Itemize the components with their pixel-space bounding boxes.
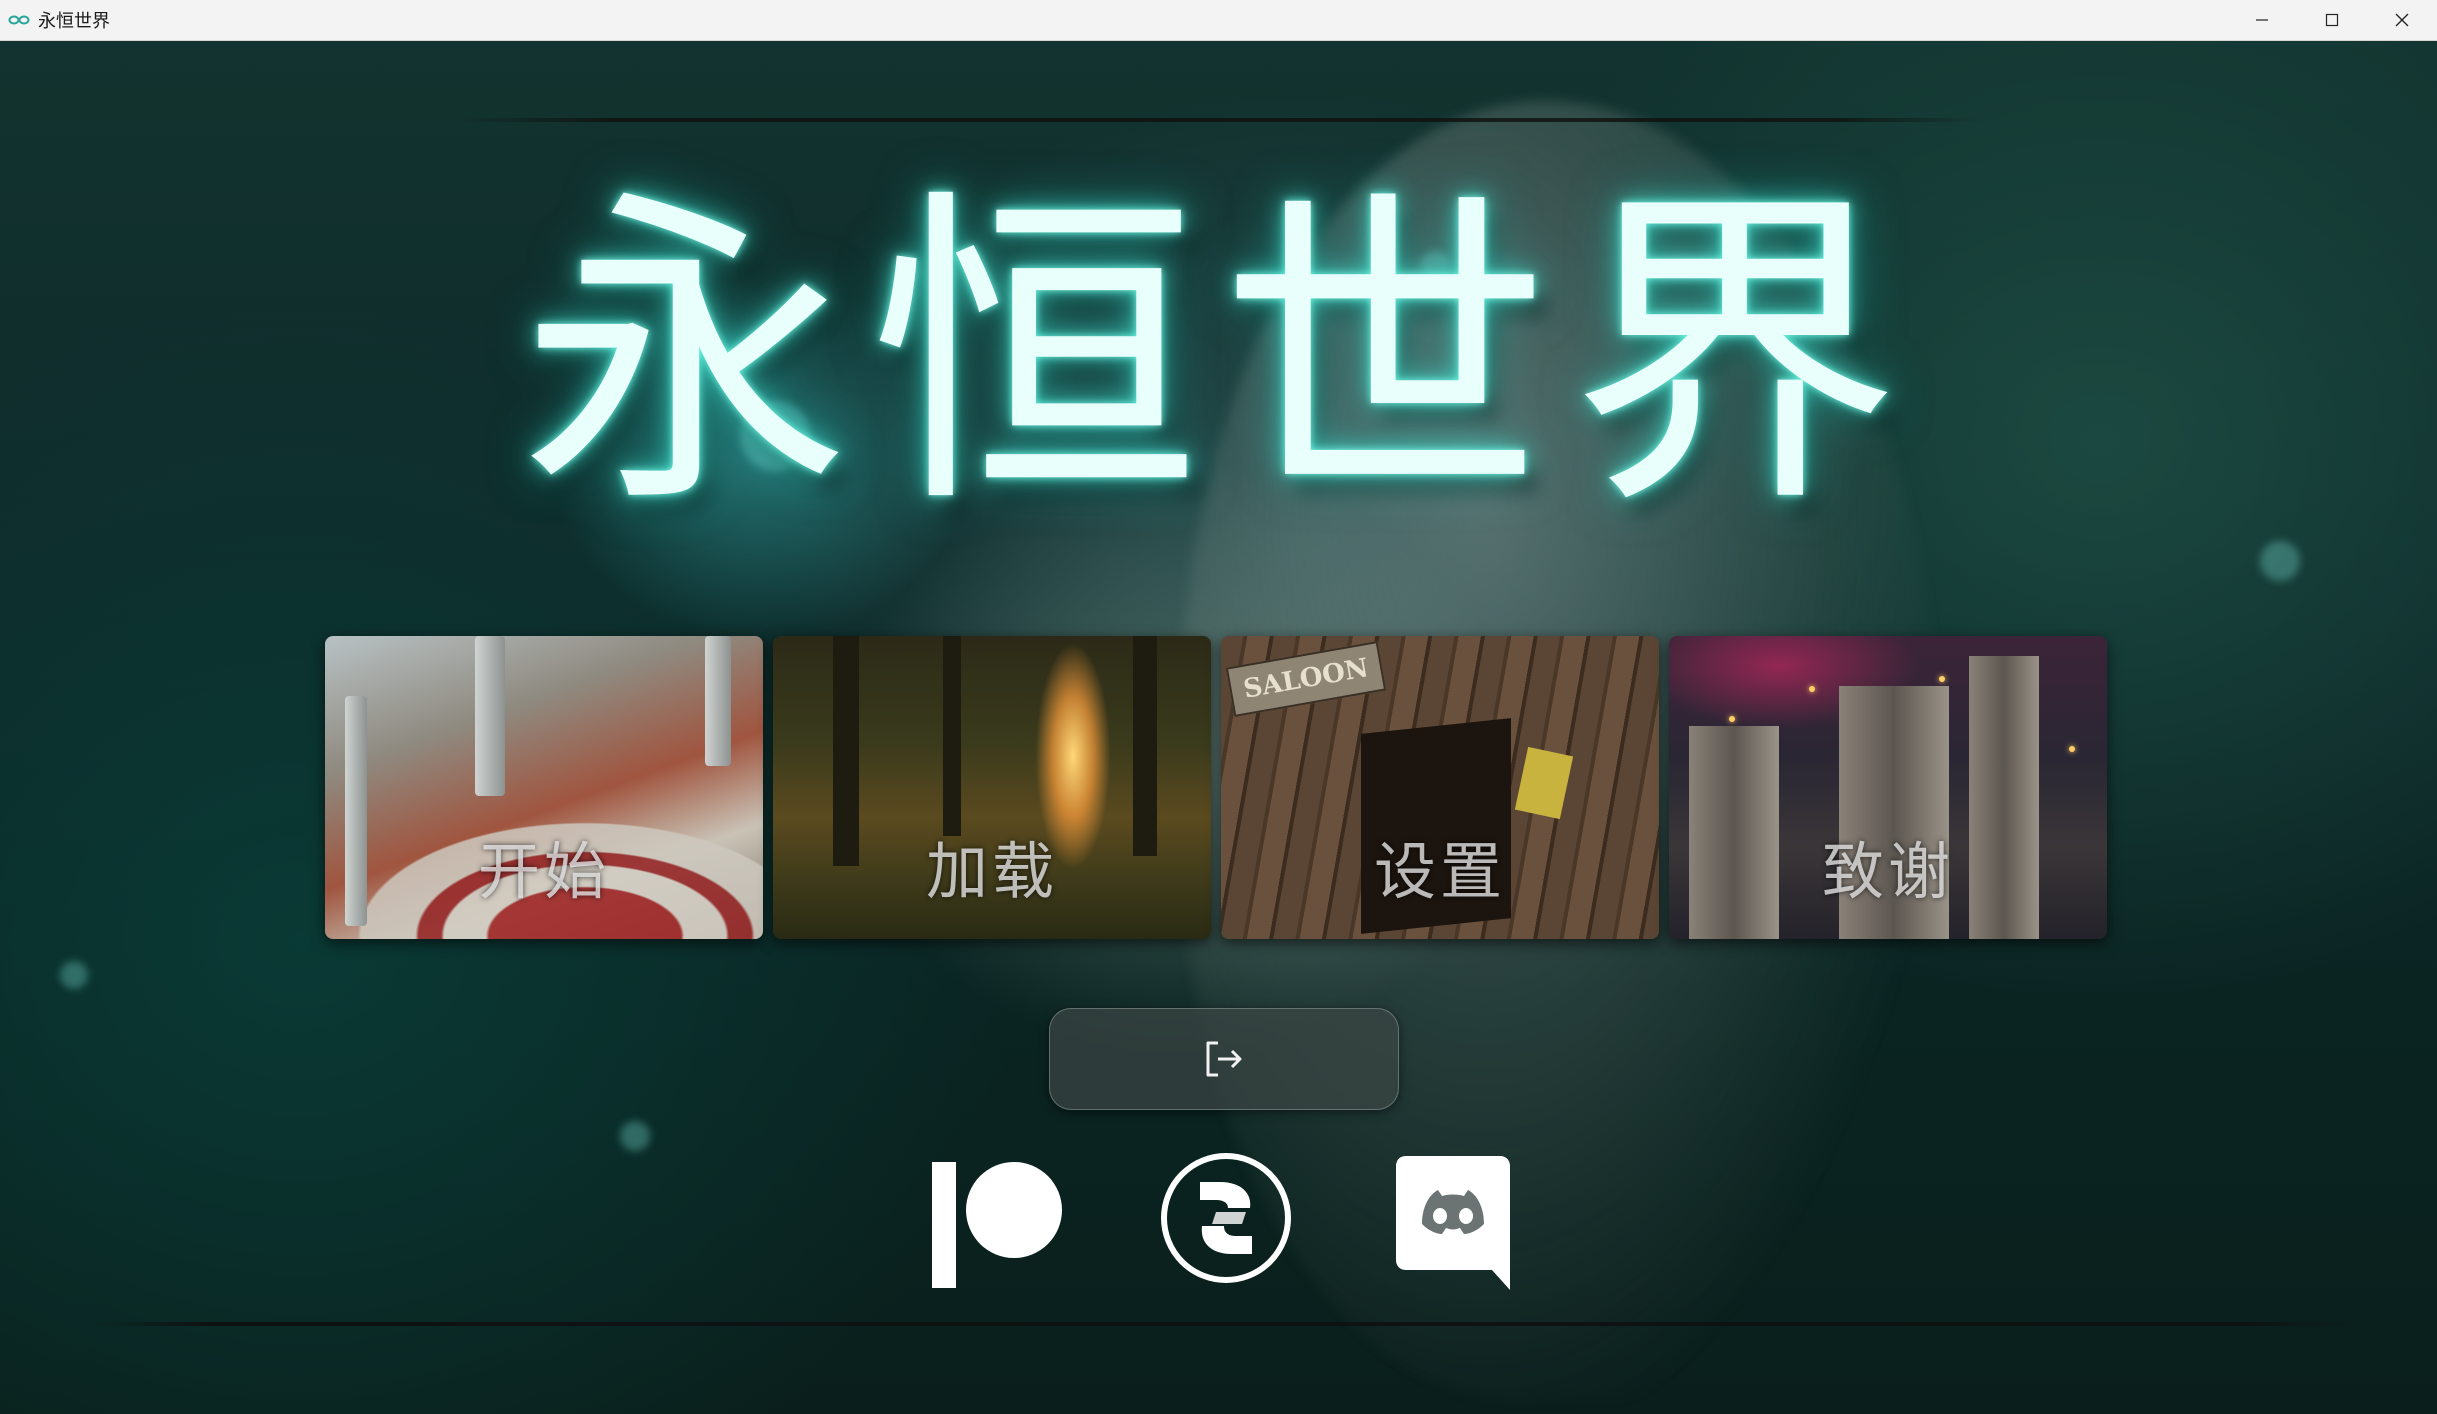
window-light <box>1809 686 1815 692</box>
window-controls <box>2227 0 2437 40</box>
subscribestar-link[interactable] <box>1158 1150 1298 1290</box>
settings-button[interactable]: SALOON 设置 <box>1221 636 1659 939</box>
main-menu: 开始 加载 SALOON 设置 致谢 <box>325 636 2113 939</box>
pillar <box>705 636 731 766</box>
title-bar: 永恒世界 <box>0 0 2437 41</box>
minimize-icon <box>2256 19 2268 21</box>
game-title: 永恒世界 <box>520 163 1920 547</box>
start-label: 开始 <box>477 835 610 908</box>
minimize-button[interactable] <box>2227 0 2297 40</box>
bottom-divider <box>90 1322 2350 1326</box>
discord-link[interactable] <box>1392 1150 1514 1290</box>
load-button[interactable]: 加载 <box>773 636 1211 939</box>
bokeh-light <box>2260 541 2300 581</box>
app-icon <box>8 13 30 27</box>
tree-trunk <box>943 636 961 836</box>
patreon-icon <box>932 1162 1062 1288</box>
credits-button[interactable]: 致谢 <box>1669 636 2107 939</box>
game-window: 永恒世界 永恒世界 开始 加载 SALOON 设置 致谢 <box>0 0 2437 1414</box>
logout-icon <box>1206 1041 1242 1077</box>
subscribestar-icon <box>1161 1153 1291 1283</box>
exit-button[interactable] <box>1049 1008 1399 1110</box>
top-divider <box>460 118 1980 122</box>
window-light <box>1939 676 1945 682</box>
pillar <box>475 636 505 796</box>
discord-icon <box>1396 1156 1510 1290</box>
close-icon <box>2395 13 2409 27</box>
start-button[interactable]: 开始 <box>325 636 763 939</box>
settings-label: 设置 <box>1373 835 1506 908</box>
patreon-link[interactable] <box>930 1150 1065 1290</box>
close-button[interactable] <box>2367 0 2437 40</box>
bokeh-light <box>60 961 88 989</box>
maximize-icon <box>2325 13 2339 27</box>
credits-label: 致谢 <box>1821 835 1954 908</box>
bokeh-light <box>620 1121 650 1151</box>
window-title: 永恒世界 <box>38 11 110 32</box>
window-light <box>2069 746 2075 752</box>
load-label: 加载 <box>925 835 1058 908</box>
maximize-button[interactable] <box>2297 0 2367 40</box>
window-light <box>1729 716 1735 722</box>
